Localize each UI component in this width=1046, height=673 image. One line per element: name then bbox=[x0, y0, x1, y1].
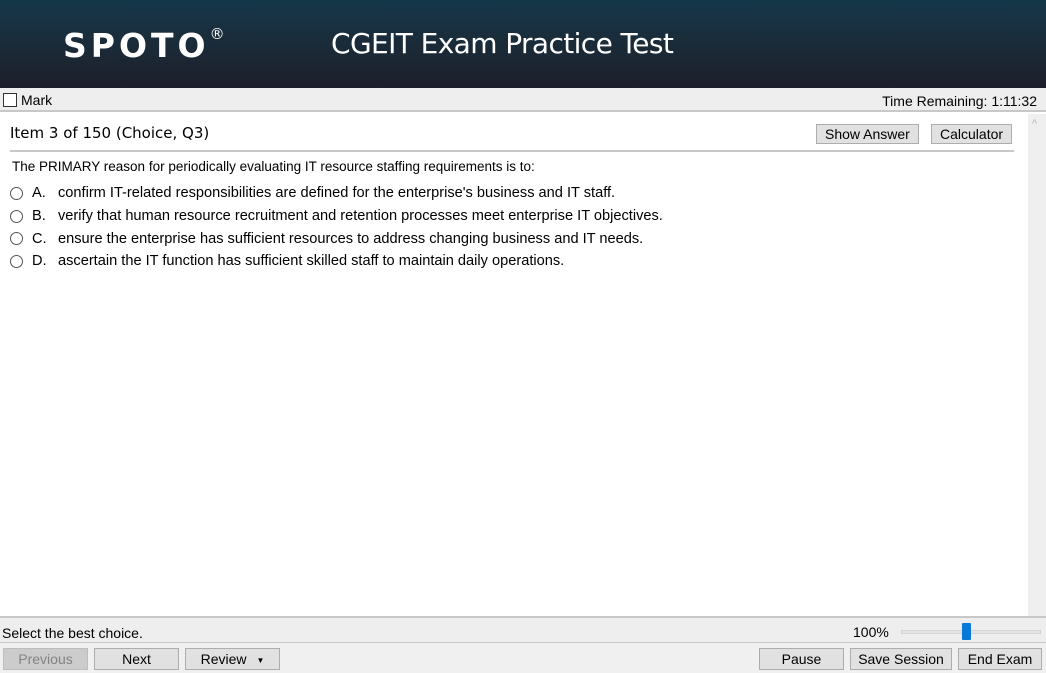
option-c[interactable]: C. ensure the enterprise has sufficient … bbox=[10, 227, 663, 250]
pause-button[interactable]: Pause bbox=[759, 648, 844, 670]
app-header: SPOTO® CGEIT Exam Practice Test bbox=[0, 0, 1046, 88]
time-remaining: Time Remaining: 1:11:32 bbox=[882, 93, 1037, 109]
save-session-button[interactable]: Save Session bbox=[850, 648, 952, 670]
instruction-text: Select the best choice. bbox=[2, 625, 143, 641]
registered-mark: ® bbox=[209, 25, 225, 43]
option-text: ascertain the IT function has sufficient… bbox=[58, 253, 565, 270]
option-a[interactable]: A. confirm IT-related responsibilities a… bbox=[10, 182, 663, 205]
radio-icon[interactable] bbox=[10, 209, 23, 223]
divider bbox=[10, 150, 1014, 152]
show-answer-button[interactable]: Show Answer bbox=[816, 124, 919, 144]
scroll-up-icon[interactable]: ^ bbox=[1032, 118, 1037, 130]
option-text: confirm IT-related responsibilities are … bbox=[58, 185, 616, 202]
radio-icon[interactable] bbox=[10, 186, 23, 200]
status-bar: Select the best choice. 100% bbox=[0, 616, 1046, 643]
checkbox-icon[interactable] bbox=[3, 93, 17, 107]
option-text: verify that human resource recruitment a… bbox=[58, 208, 663, 225]
zoom-level: 100% bbox=[853, 624, 889, 640]
top-bar: Mark Time Remaining: 1:11:32 bbox=[0, 88, 1046, 112]
end-exam-button[interactable]: End Exam bbox=[958, 648, 1042, 670]
radio-icon[interactable] bbox=[10, 254, 23, 268]
zoom-slider-thumb[interactable] bbox=[962, 623, 972, 640]
option-b[interactable]: B. verify that human resource recruitmen… bbox=[10, 205, 663, 228]
option-letter: B. bbox=[32, 208, 46, 225]
app-title: CGEIT Exam Practice Test bbox=[331, 27, 674, 60]
review-button[interactable]: Review ▼ bbox=[185, 648, 280, 670]
review-label: Review bbox=[200, 651, 247, 667]
mark-label: Mark bbox=[21, 92, 53, 108]
next-button[interactable]: Next bbox=[94, 648, 179, 670]
vertical-scrollbar[interactable]: ^ bbox=[1028, 114, 1046, 616]
question-text: The PRIMARY reason for periodically eval… bbox=[12, 159, 535, 174]
calculator-button[interactable]: Calculator bbox=[931, 124, 1013, 144]
mark-checkbox[interactable]: Mark bbox=[3, 92, 52, 108]
item-title: Item 3 of 150 (Choice, Q3) bbox=[10, 124, 210, 142]
logo-text: SPOTO bbox=[63, 26, 210, 65]
spoto-logo: SPOTO® bbox=[63, 25, 225, 65]
question-panel: Item 3 of 150 (Choice, Q3) Show Answer C… bbox=[0, 114, 1028, 616]
answer-options: A. confirm IT-related responsibilities a… bbox=[10, 182, 663, 273]
option-letter: C. bbox=[32, 230, 47, 247]
navigation-bar: Previous Next Review ▼ Pause Save Session… bbox=[0, 643, 1046, 673]
chevron-down-icon: ▼ bbox=[256, 656, 265, 665]
option-letter: D. bbox=[32, 253, 47, 270]
option-text: ensure the enterprise has sufficient res… bbox=[58, 230, 644, 247]
radio-icon[interactable] bbox=[10, 232, 23, 246]
previous-button[interactable]: Previous bbox=[3, 648, 88, 670]
option-d[interactable]: D. ascertain the IT function has suffici… bbox=[10, 250, 663, 273]
option-letter: A. bbox=[32, 185, 46, 202]
